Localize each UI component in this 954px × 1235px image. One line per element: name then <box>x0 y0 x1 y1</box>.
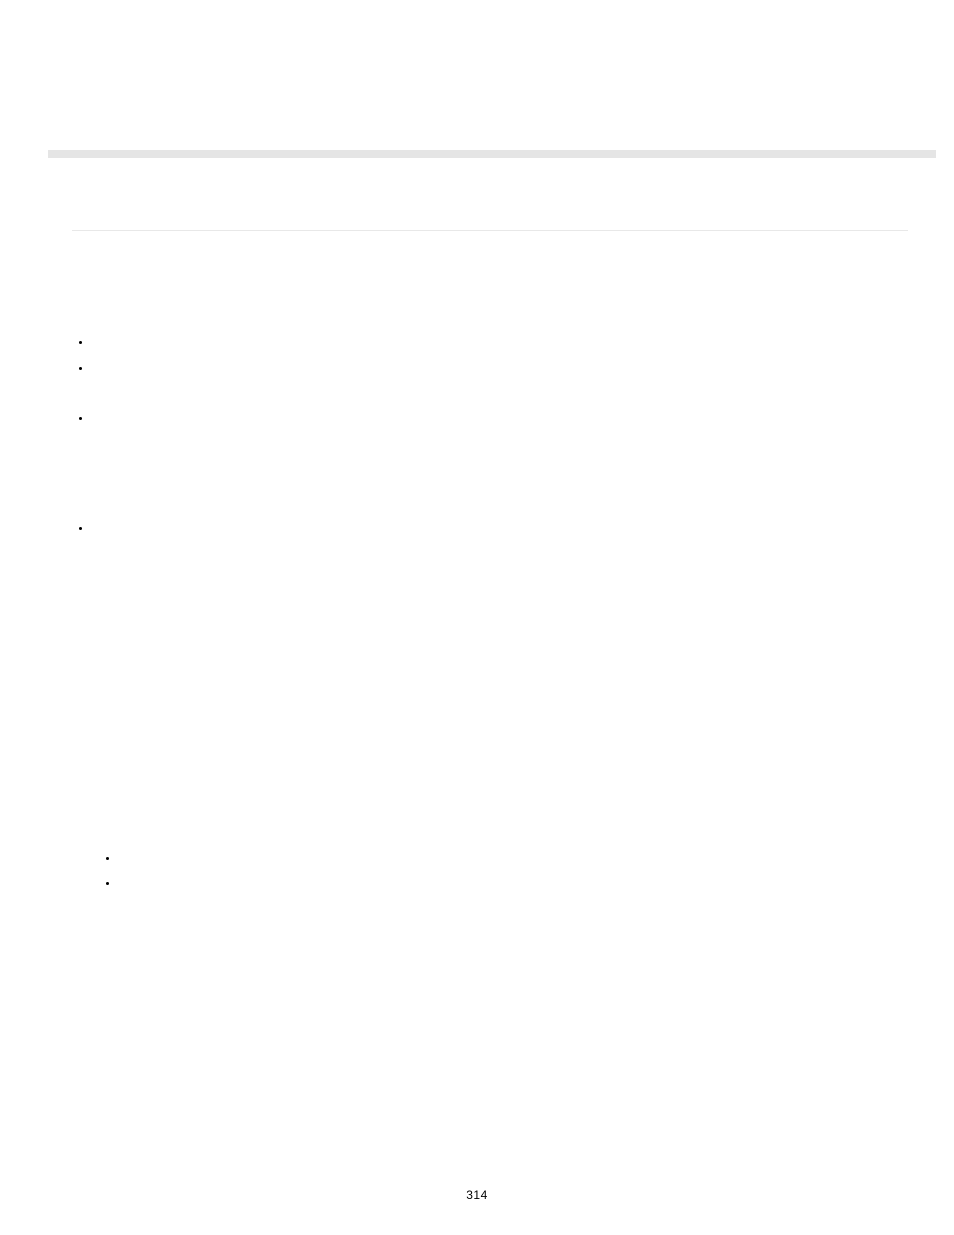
bullet-icon <box>79 367 82 370</box>
bullet-icon <box>106 857 109 860</box>
header-bar <box>48 150 936 158</box>
header-underline <box>72 230 908 231</box>
bullet-icon <box>106 882 109 885</box>
bullet-icon <box>79 417 82 420</box>
bullet-icon <box>79 527 82 530</box>
page-number: 314 <box>0 1188 954 1202</box>
bullet-icon <box>79 341 82 344</box>
